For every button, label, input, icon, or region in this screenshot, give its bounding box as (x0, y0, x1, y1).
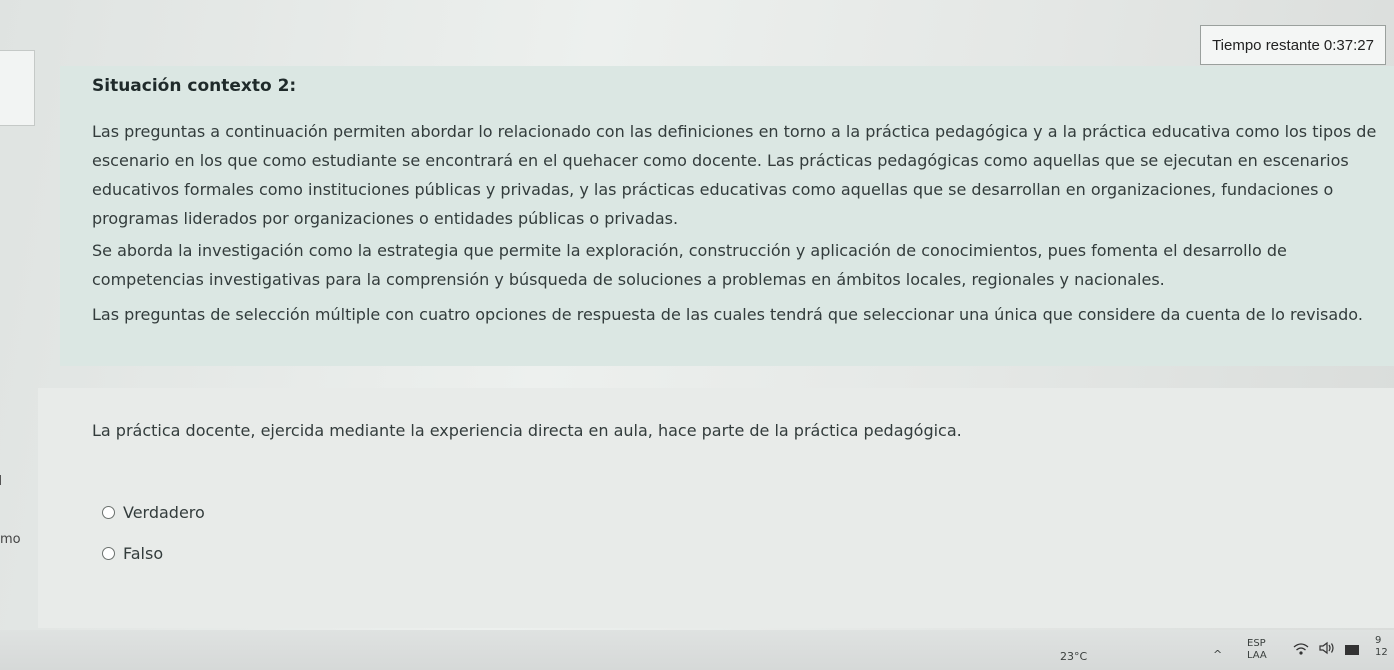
radio-button[interactable] (102, 547, 115, 560)
option-falso[interactable]: Falso (102, 544, 163, 563)
time-remaining-value: 0:37:27 (1323, 36, 1374, 54)
option-label: Verdadero (123, 503, 205, 522)
language-sub: LAA (1247, 650, 1267, 661)
clock-bottom: 12 (1375, 647, 1388, 658)
clock-top: 9 (1375, 635, 1382, 646)
time-remaining: Tiempo restante 0:37:27 (1200, 25, 1386, 65)
radio-button[interactable] (102, 506, 115, 519)
question-text: La práctica docente, ejercida mediante l… (92, 421, 962, 440)
option-verdadero[interactable]: Verdadero (102, 503, 205, 522)
weather-temperature[interactable]: 23°C (1060, 650, 1087, 663)
volume-icon[interactable] (1318, 641, 1336, 655)
left-edge-text: mo (0, 532, 21, 547)
taskbar: 23°C ^ ESP LAA 9 12 (0, 630, 1394, 670)
language-code: ESP (1247, 638, 1266, 649)
context-paragraph-1: Las preguntas a continuación permiten ab… (92, 122, 1377, 228)
side-panel (0, 50, 35, 126)
tray-expand-icon[interactable]: ^ (1213, 648, 1222, 661)
context-paragraph-2: Se aborda la investigación como la estra… (92, 241, 1287, 289)
language-indicator[interactable]: ESP LAA (1247, 638, 1267, 662)
left-edge-mark (0, 475, 5, 485)
wifi-icon[interactable] (1293, 642, 1309, 656)
clock[interactable]: 9 12 (1375, 635, 1388, 659)
time-remaining-label: Tiempo restante (1212, 36, 1320, 54)
option-label: Falso (123, 544, 164, 563)
context-title: Situación contexto 2: (92, 76, 297, 96)
battery-icon[interactable] (1345, 645, 1359, 655)
context-paragraph-3: Las preguntas de selección múltiple con … (92, 305, 1363, 324)
